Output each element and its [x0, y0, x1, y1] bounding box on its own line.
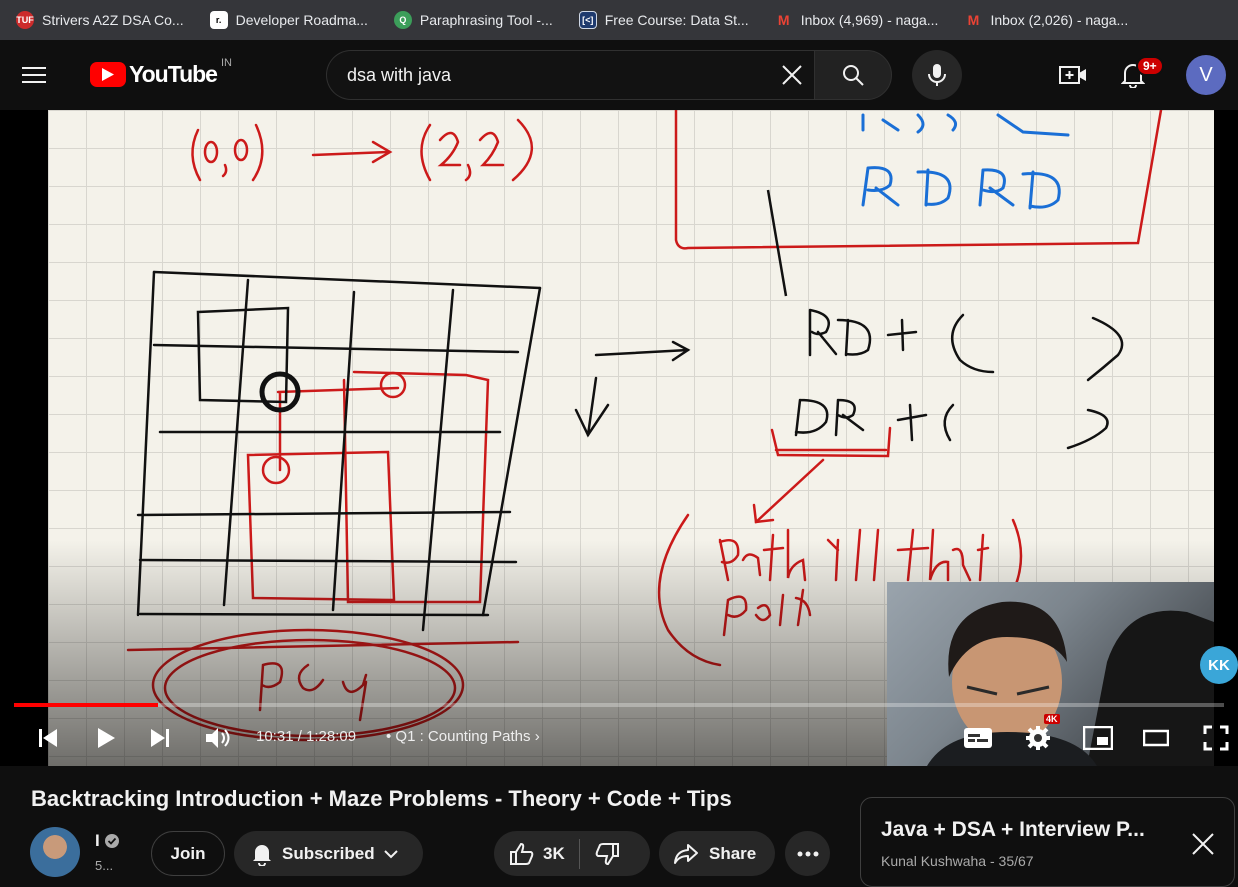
bookmark-course[interactable]: [<] Free Course: Data St...: [577, 6, 759, 34]
bookmark-roadmap[interactable]: r. Developer Roadma...: [208, 6, 378, 34]
more-horizontal-icon: [797, 851, 818, 856]
quillbot-icon: Q: [393, 11, 412, 29]
youtube-play-icon: [90, 62, 126, 87]
volume-icon: [206, 728, 230, 748]
playlist-panel[interactable]: Java + DSA + Interview P... Kunal Kushwa…: [860, 797, 1235, 887]
dislike-button[interactable]: [594, 842, 620, 866]
bookmark-label: Developer Roadma...: [235, 12, 368, 28]
bookmark-label: Inbox (4,969) - naga...: [800, 12, 939, 28]
fullscreen-icon: [1203, 725, 1229, 751]
bookmark-gmail-1[interactable]: M Inbox (4,969) - naga...: [773, 6, 949, 34]
separator: -: [989, 853, 999, 869]
volume-button[interactable]: [200, 720, 236, 756]
previous-button[interactable]: [30, 720, 66, 756]
youtube-header: YouTube IN 9+ V: [0, 40, 1238, 110]
roadmap-icon: r.: [209, 11, 228, 29]
bookmark-label: Strivers A2Z DSA Co...: [42, 12, 184, 28]
playlist-position: 35/67: [998, 853, 1034, 869]
thumbs-up-icon: [510, 842, 534, 865]
chevron-down-icon: [383, 849, 398, 858]
search-icon: [843, 65, 864, 86]
fullscreen-button[interactable]: [1198, 720, 1234, 756]
channel-name[interactable]: I: [95, 831, 119, 851]
course-icon: [<]: [578, 11, 597, 29]
search-box: [326, 50, 814, 100]
bookmarks-bar: TUF Strivers A2Z DSA Co... r. Developer …: [0, 0, 1238, 40]
gear-icon: [1026, 726, 1050, 750]
share-button[interactable]: Share: [659, 831, 775, 876]
search-button[interactable]: [814, 50, 892, 100]
progress-bar[interactable]: [14, 703, 1224, 707]
account-avatar[interactable]: V: [1186, 55, 1226, 95]
join-button[interactable]: Join: [151, 831, 225, 876]
logo-text: YouTube: [129, 61, 218, 87]
more-actions-button[interactable]: [785, 831, 830, 876]
play-button[interactable]: [88, 720, 124, 756]
like-count: 3K: [543, 843, 565, 863]
player-controls: 10:31 / 1:28:09 • Q1 : Counting Paths › …: [0, 714, 1238, 756]
next-button[interactable]: [142, 720, 178, 756]
close-playlist-button[interactable]: [1189, 830, 1217, 858]
theater-mode-button[interactable]: [1138, 720, 1174, 756]
like-button[interactable]: 3K: [509, 842, 565, 866]
subtitles-icon: [964, 728, 992, 748]
microphone-icon: [928, 64, 946, 86]
channel-avatar[interactable]: [30, 827, 80, 877]
quality-badge: 4K: [1044, 714, 1060, 724]
divider: [578, 838, 580, 869]
youtube-logo[interactable]: YouTube IN: [90, 57, 232, 88]
close-icon: [1192, 833, 1214, 855]
play-icon: [98, 728, 115, 748]
hamburger-menu-icon[interactable]: [22, 62, 68, 88]
subscribed-label: Subscribed: [282, 843, 375, 863]
miniplayer-icon: [1083, 726, 1113, 750]
search-bar: [326, 50, 892, 100]
playlist-meta: Kunal Kushwaha - 35/67: [881, 853, 1034, 869]
previous-icon: [39, 729, 57, 747]
bookmark-paraphrasing[interactable]: Q Paraphrasing Tool -...: [392, 6, 563, 34]
notification-badge: 9+: [1136, 56, 1164, 76]
bookmark-gmail-2[interactable]: M Inbox (2,026) - naga...: [962, 6, 1138, 34]
bookmark-label: Inbox (2,026) - naga...: [990, 12, 1129, 28]
next-icon: [151, 729, 169, 747]
create-button[interactable]: [1056, 58, 1090, 92]
bell-icon: [253, 844, 271, 866]
like-dislike-group: 3K: [494, 831, 650, 876]
subscriber-count: 5...: [95, 858, 114, 873]
share-label: Share: [709, 843, 757, 863]
voice-search-button[interactable]: [912, 50, 962, 100]
channel-watermark[interactable]: KK: [1200, 646, 1238, 684]
bookmark-strivers[interactable]: TUF Strivers A2Z DSA Co...: [14, 6, 194, 34]
clear-search-icon[interactable]: [770, 53, 814, 97]
thumbs-down-icon: [595, 842, 619, 865]
video-title: Backtracking Introduction + Maze Problem…: [31, 786, 732, 811]
chapter-title[interactable]: • Q1 : Counting Paths ›: [386, 728, 540, 745]
theater-icon: [1143, 729, 1169, 747]
progress-played: [14, 703, 158, 707]
search-input[interactable]: [347, 64, 770, 86]
create-video-icon: [1059, 66, 1086, 84]
gmail-icon: M: [967, 12, 980, 28]
time-display: 10:31 / 1:28:09: [256, 728, 357, 745]
video-player[interactable]: KK 10:31 / 1:28:09 • Q1 : Counting Paths…: [0, 110, 1238, 766]
gmail-icon: M: [777, 12, 790, 28]
settings-button[interactable]: [1020, 720, 1056, 756]
share-icon: [674, 843, 698, 864]
playlist-title[interactable]: Java + DSA + Interview P...: [881, 818, 1145, 842]
bookmark-label: Paraphrasing Tool -...: [419, 12, 553, 28]
country-code: IN: [220, 56, 232, 69]
playlist-author[interactable]: Kunal Kushwaha: [881, 853, 986, 869]
bookmark-label: Free Course: Data St...: [604, 12, 749, 28]
subscribed-button[interactable]: Subscribed: [234, 831, 423, 876]
chapter-label: Q1 : Counting Paths: [395, 728, 531, 745]
chevron-right-icon: ›: [534, 728, 540, 745]
verified-icon: [104, 834, 119, 848]
channel-name-text: I: [95, 831, 100, 850]
subtitles-button[interactable]: [960, 720, 996, 756]
tuf-icon: TUF: [16, 11, 34, 29]
miniplayer-button[interactable]: [1080, 720, 1116, 756]
